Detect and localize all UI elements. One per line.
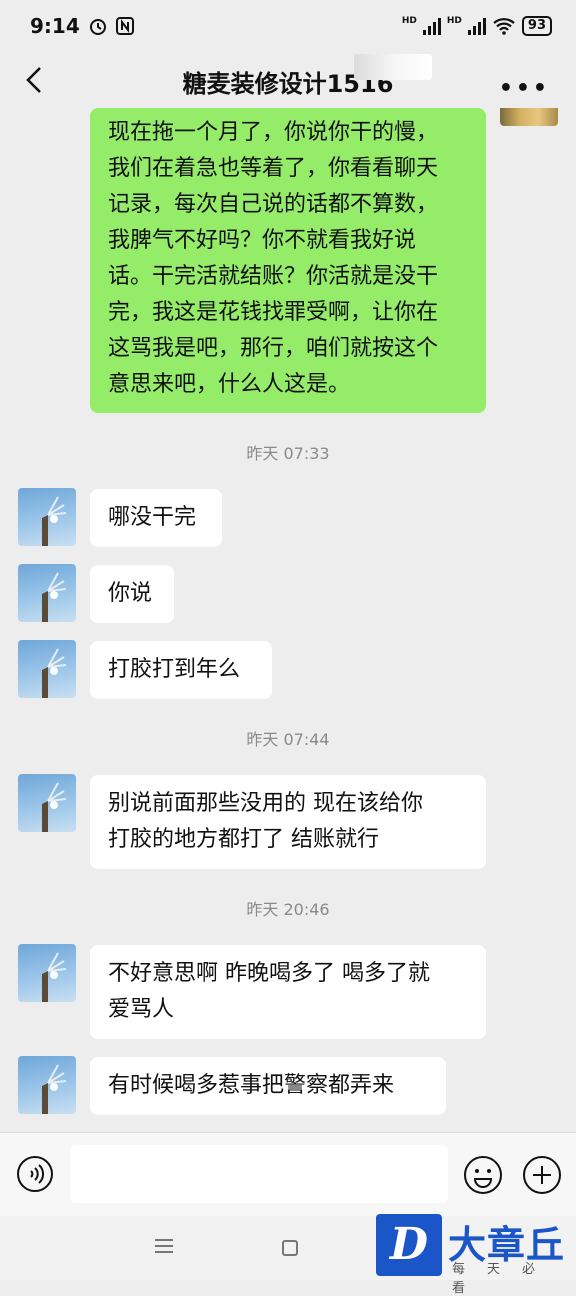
redaction-mask <box>354 54 432 80</box>
message-incoming[interactable]: 哪没干完 <box>90 489 222 547</box>
message-incoming[interactable]: 你说 <box>90 565 174 623</box>
message-incoming[interactable]: 不好意思啊 昨晚喝多了 喝多了就 爱骂人 <box>90 945 486 1039</box>
signal-icon-2 <box>467 17 486 35</box>
input-bar <box>0 1132 576 1216</box>
watermark-logo: D <box>376 1214 442 1276</box>
chat-title: 糖麦装修设计1516 <box>0 64 576 99</box>
timestamp: 昨天 07:44 <box>246 730 330 749</box>
hd-label-2: HD <box>446 16 462 26</box>
plus-icon[interactable] <box>522 1155 562 1195</box>
my-avatar[interactable] <box>500 108 558 126</box>
message-incoming[interactable]: 有时候喝多惹事把警察都弄来 <box>90 1057 446 1115</box>
watermark: D 大章丘 每天必看 <box>376 1214 576 1296</box>
contact-avatar[interactable] <box>18 488 76 546</box>
timestamp: 昨天 07:33 <box>246 444 330 463</box>
wifi-icon <box>493 18 515 35</box>
home-icon[interactable] <box>282 1240 298 1256</box>
voice-input-icon[interactable] <box>16 1155 54 1193</box>
nfc-icon <box>115 17 134 35</box>
alarm-icon <box>89 19 106 35</box>
hd-label: HD <box>401 16 417 26</box>
chat-area[interactable]: 现在拖一个月了，你说你干的慢， 我们在着急也等着了，你看看聊天 记录，每次自己说… <box>0 108 576 1132</box>
timestamp: 昨天 20:46 <box>246 900 330 919</box>
emoji-icon[interactable] <box>463 1155 503 1195</box>
chat-header: 糖麦装修设计1516 ••• <box>0 52 576 108</box>
message-incoming[interactable]: 打胶打到年么 <box>90 641 272 699</box>
contact-avatar[interactable] <box>18 1056 76 1114</box>
message-outgoing[interactable]: 现在拖一个月了，你说你干的慢， 我们在着急也等着了，你看看聊天 记录，每次自己说… <box>90 108 486 413</box>
status-bar: 9:14 HD HD 93 <box>0 0 576 52</box>
watermark-subtitle: 每天必看 <box>452 1262 558 1296</box>
status-time: 9:14 <box>30 14 80 38</box>
contact-avatar[interactable] <box>18 944 76 1002</box>
contact-avatar[interactable] <box>18 564 76 622</box>
contact-avatar[interactable] <box>18 774 76 832</box>
more-options-icon[interactable]: ••• <box>499 76 550 101</box>
contact-avatar[interactable] <box>18 640 76 698</box>
signal-icon <box>422 17 441 35</box>
message-input[interactable] <box>70 1145 448 1203</box>
message-incoming[interactable]: 别说前面那些没用的 现在该给你 打胶的地方都打了 结账就行 <box>90 775 486 869</box>
menu-icon[interactable] <box>155 1239 173 1257</box>
battery-icon: 93 <box>521 16 552 36</box>
